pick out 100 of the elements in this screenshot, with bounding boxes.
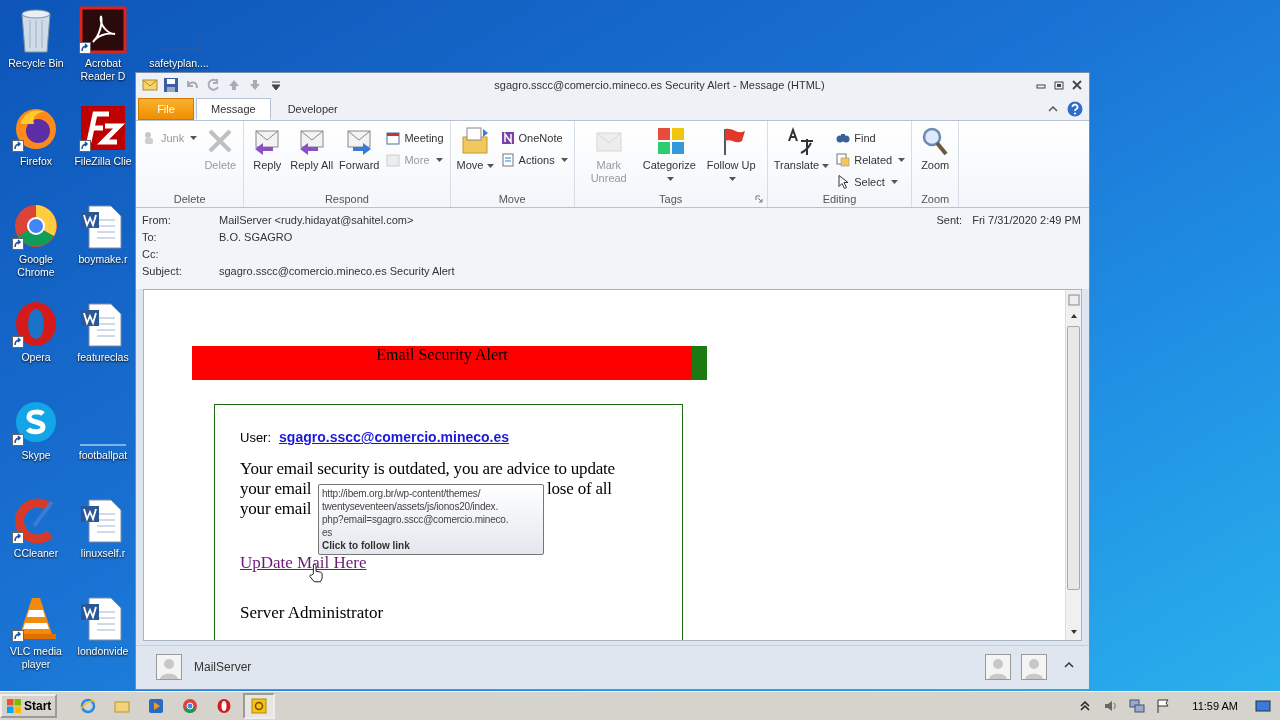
chrome-ball-icon xyxy=(12,202,60,250)
desktop-shortcut[interactable]: linuxself.r xyxy=(72,496,134,560)
header-label: Cc: xyxy=(142,248,160,263)
header-value: B.O. SGAGRO xyxy=(219,231,293,246)
alert-banner: Email Security Alert xyxy=(192,346,707,381)
desktop-shortcut[interactable]: FileZilla Clie xyxy=(72,104,134,168)
globe-e-icon xyxy=(80,698,97,714)
tooltip-url: es xyxy=(322,526,334,540)
header-value: sgagro.sscc@comercio.mineco.es Security Alert xyxy=(219,265,455,280)
fz-app-icon xyxy=(79,104,127,152)
body-text: your email xyxy=(240,499,312,520)
letter-o-icon xyxy=(216,698,233,714)
ribbon-button[interactable]: Find xyxy=(833,129,908,148)
clock[interactable]: 11:59 AM xyxy=(1192,700,1238,712)
ribbon-button[interactable]: Reply All xyxy=(288,123,336,175)
desktop-shortcut[interactable]: Skype xyxy=(0,398,72,462)
ribbon-small-icon xyxy=(499,152,516,169)
desktop-shortcut[interactable]: Opera xyxy=(0,300,72,364)
caret-icon xyxy=(435,158,443,163)
ribbon-button[interactable]: Actions xyxy=(497,151,570,170)
group-label: Respond xyxy=(324,193,369,206)
desktop-shortcut[interactable]: safetyplan.... xyxy=(134,6,224,70)
group-label: Editing xyxy=(822,193,857,206)
ribbon-tab[interactable]: Developer xyxy=(272,98,353,121)
caret-icon xyxy=(560,158,568,163)
ribbon-button[interactable]: Select xyxy=(833,173,908,192)
header-value: Fri 7/31/2020 2:49 PM xyxy=(972,214,1081,229)
chrome-ball-icon xyxy=(182,698,199,714)
desktop-shortcut[interactable]: VLC media player xyxy=(0,594,72,671)
caret-icon xyxy=(890,180,898,185)
tooltip-url: php?email=sgagro.sscc@comercio.mineco. xyxy=(322,513,510,527)
group-label: Move xyxy=(498,193,526,206)
mail-app-icon xyxy=(251,698,268,714)
desktop-shortcut[interactable]: Recycle Bin xyxy=(0,6,72,70)
ribbon-small-icon xyxy=(499,130,516,147)
restore-icon[interactable] xyxy=(1053,78,1065,91)
ribbon-button[interactable]: Translate xyxy=(771,123,832,175)
dialog-launcher-icon[interactable] xyxy=(754,195,763,204)
ribbon-button[interactable]: Move xyxy=(454,123,496,175)
save-icon[interactable] xyxy=(163,76,179,93)
taskbar-app[interactable] xyxy=(243,693,276,719)
network-icon[interactable] xyxy=(1129,698,1146,714)
desktop-shortcut[interactable]: Acrobat Reader D xyxy=(72,6,134,83)
envelope-icon[interactable] xyxy=(142,76,158,93)
ribbon-button[interactable]: Reply xyxy=(248,123,287,175)
pdf-app-icon xyxy=(79,6,127,54)
person-avatar-icon xyxy=(156,654,182,681)
ribbon-button[interactable]: Follow Up xyxy=(702,123,763,188)
group-label: Zoom xyxy=(921,193,950,206)
window-title: sgagro.sscc@comercio.mineco.es Security Alert - Message (HTML) xyxy=(493,78,826,91)
ribbon-tab[interactable]: Message xyxy=(196,98,271,121)
body-text: lose of all xyxy=(547,479,612,500)
ribbon-button[interactable]: Categorize xyxy=(640,123,701,188)
group-label: Tags xyxy=(659,193,683,206)
ribbon-small-icon xyxy=(835,152,852,169)
tooltip-hint: Click to follow link xyxy=(322,539,411,553)
group-label: Delete xyxy=(173,193,206,206)
signature-text: Server Administrator xyxy=(240,603,384,624)
body-text: your email xyxy=(240,479,312,500)
start-button[interactable]: Start xyxy=(0,694,58,718)
user-label: User: xyxy=(240,430,272,446)
update-link[interactable]: UpDate Mail Here xyxy=(240,553,367,574)
scrollbar[interactable] xyxy=(1065,290,1081,640)
file-icon xyxy=(157,34,201,50)
body-text: Your email security is outdated, you are advice to update xyxy=(240,459,615,480)
ribbon-button[interactable]: Related xyxy=(833,151,908,170)
close-icon[interactable] xyxy=(1071,78,1083,91)
tooltip-url: twentyseventeen/assets/js/ionos20/index. xyxy=(322,500,499,514)
header-label: Subject: xyxy=(142,265,183,280)
desktop-shortcut[interactable]: boymake.r xyxy=(72,202,134,266)
desktop-shortcut[interactable]: Firefox xyxy=(0,104,72,168)
person-avatar-icon xyxy=(1021,654,1047,681)
flag-icon[interactable] xyxy=(1155,698,1172,714)
folder-icon xyxy=(114,698,131,714)
desktop-shortcut[interactable]: footballpat xyxy=(72,398,134,462)
help-icon[interactable] xyxy=(1067,101,1083,118)
caret-icon xyxy=(486,164,494,169)
ribbon-button[interactable]: Meeting xyxy=(383,129,446,148)
header-label: To: xyxy=(142,231,158,246)
tooltip-url: http://ibem.org.br/wp-content/themes/ xyxy=(322,487,482,501)
header-label: From: xyxy=(142,214,172,229)
windows-flag-icon xyxy=(6,698,22,714)
ribbon-button[interactable]: OneNote xyxy=(497,129,570,148)
email-link[interactable]: sgagro.sscc@comercio.mineco.es xyxy=(279,429,510,446)
desktop-shortcut[interactable]: CCleaner xyxy=(0,496,72,560)
person-avatar-icon xyxy=(985,654,1011,681)
contact-name: MailServer xyxy=(194,660,252,675)
ribbon-button[interactable]: Forward xyxy=(337,123,382,175)
header-value: MailServer <rudy.hidayat@sahitel.com> xyxy=(219,214,414,229)
ribbon-small-icon xyxy=(385,152,402,169)
desktop-shortcut[interactable]: Google Chrome xyxy=(0,202,72,279)
show-desktop-icon[interactable] xyxy=(1255,698,1271,714)
caret-icon xyxy=(190,136,198,141)
caret-icon xyxy=(898,158,906,163)
caret-icon xyxy=(667,177,675,182)
desktop-shortcut[interactable]: featureclas xyxy=(72,300,134,364)
ribbon-small-icon xyxy=(385,130,402,147)
caret-icon xyxy=(729,177,737,182)
ribbon-button[interactable]: Zoom xyxy=(916,123,955,175)
desktop-shortcut[interactable]: londonvide xyxy=(72,594,134,658)
